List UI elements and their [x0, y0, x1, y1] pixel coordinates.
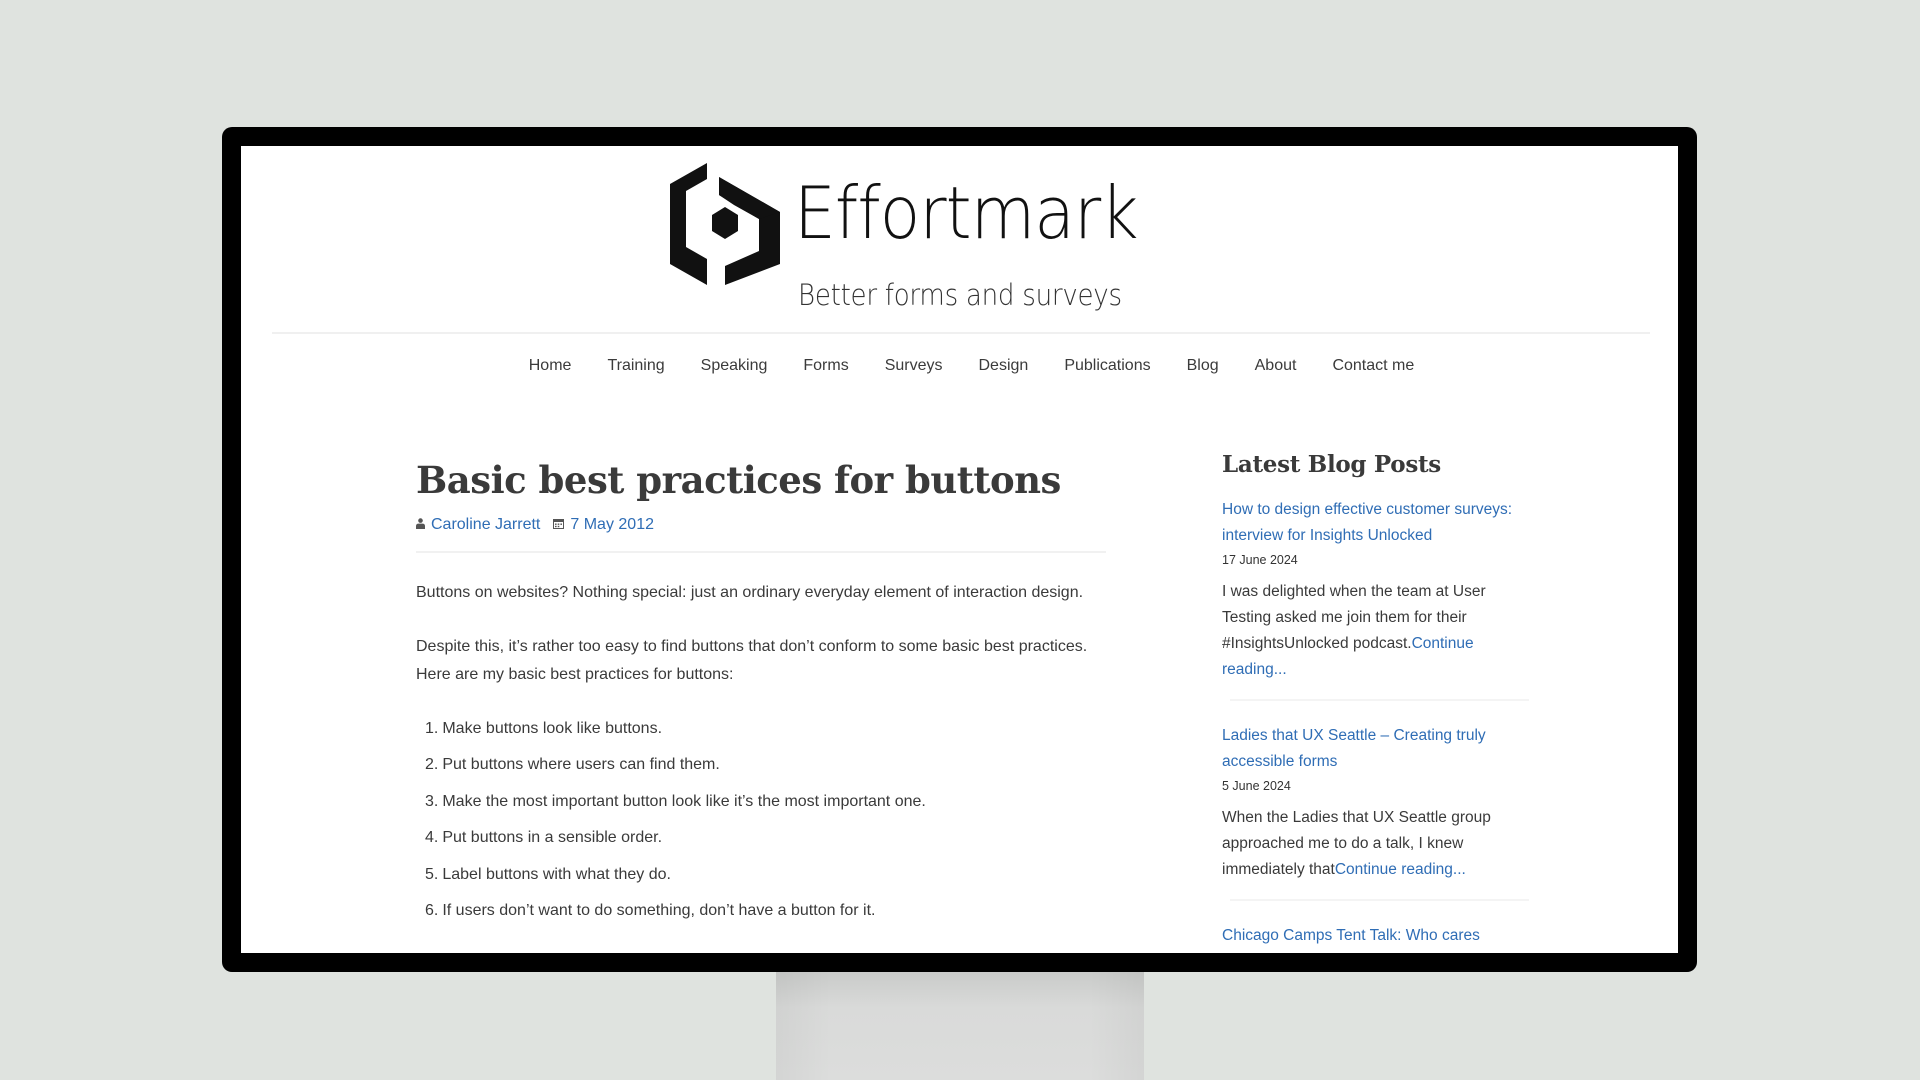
list-item: 1. Make buttons look like buttons.	[416, 715, 1106, 743]
list-item: 5. Label buttons with what they do.	[416, 861, 1106, 889]
meta-divider	[416, 551, 1106, 553]
browser-viewport: Effortmark Better forms and surveys Home…	[241, 146, 1678, 953]
list-number: 4.	[425, 829, 439, 847]
site-name: Effortmark	[794, 171, 1139, 255]
nav-design[interactable]: Design	[979, 353, 1029, 379]
list-text: If users don’t want to do something, don…	[442, 901, 876, 919]
post-meta: Caroline Jarrett 7 May 2012	[416, 513, 1106, 537]
hexagon-logo-icon	[670, 163, 780, 285]
nav-training[interactable]: Training	[607, 353, 664, 379]
list-text: Label buttons with what they do.	[442, 865, 671, 883]
page-title: Basic best practices for buttons	[416, 458, 1061, 502]
list-text: Make the most important button look like…	[442, 792, 926, 810]
list-number: 2.	[425, 756, 439, 774]
paragraph: Buttons on websites? Nothing special: ju…	[416, 584, 1084, 601]
header-divider	[272, 332, 1650, 334]
sidebar-heading: Latest Blog Posts	[1222, 451, 1441, 478]
sidebar: Latest Blog Posts How to design effectiv…	[1222, 447, 1529, 953]
nav-blog[interactable]: Blog	[1187, 353, 1219, 379]
list-number: 3.	[425, 792, 439, 810]
list-text: Put buttons where users can find them.	[442, 756, 720, 774]
sidebar-post-excerpt: When the Ladies that UX Seattle group ap…	[1222, 805, 1517, 883]
post-date-link[interactable]: 7 May 2012	[570, 516, 654, 534]
best-practices-list: 1. Make buttons look like buttons. 2. Put …	[416, 715, 1106, 925]
sidebar-post-date: 5 June 2024	[1222, 779, 1291, 793]
post-content: Buttons on websites? Nothing special: ju…	[416, 579, 1106, 925]
nav-publications[interactable]: Publications	[1064, 353, 1150, 379]
monitor-stand	[776, 960, 1144, 1080]
list-number: 5.	[425, 865, 439, 883]
nav-speaking[interactable]: Speaking	[701, 353, 768, 379]
sidebar-post-title-link[interactable]: Chicago Camps Tent Talk: Who cares about…	[1222, 923, 1517, 953]
site-logo[interactable]: Effortmark Better forms and surveys	[670, 163, 1170, 313]
sidebar-post-excerpt: I was delighted when the team at User Te…	[1222, 579, 1517, 683]
person-icon	[416, 518, 425, 532]
list-number: 6.	[425, 901, 439, 919]
list-item: 3. Make the most important button look li…	[416, 788, 1106, 816]
list-text: Make buttons look like buttons.	[442, 720, 663, 737]
article: Basic best practices for buttons Carolin…	[416, 456, 1106, 933]
nav-home[interactable]: Home	[529, 353, 572, 379]
sidebar-post-title-link[interactable]: How to design effective customer surveys…	[1222, 497, 1517, 549]
nav-contact[interactable]: Contact me	[1332, 353, 1414, 379]
main-nav: Home Training Speaking Forms Surveys Des…	[241, 353, 1678, 379]
sidebar-post: Chicago Camps Tent Talk: Who cares about…	[1222, 923, 1517, 953]
nav-forms[interactable]: Forms	[803, 353, 848, 379]
list-item: 2. Put buttons where users can find them.	[416, 751, 1106, 779]
author-link[interactable]: Caroline Jarrett	[431, 516, 540, 534]
paragraph: Despite this, it’s rather too easy to fi…	[416, 638, 1088, 683]
nav-surveys[interactable]: Surveys	[885, 353, 943, 379]
sidebar-post-title-link[interactable]: Ladies that UX Seattle – Creating truly …	[1222, 723, 1517, 775]
site-tagline: Better forms and surveys	[798, 278, 1122, 312]
list-item: 6. If users don’t want to do something, d…	[416, 897, 1106, 925]
continue-reading-link[interactable]: Continue reading...	[1335, 861, 1466, 878]
sidebar-post: Ladies that UX Seattle – Creating truly …	[1222, 723, 1529, 901]
list-text: Put buttons in a sensible order.	[442, 829, 663, 847]
calendar-icon	[553, 518, 565, 532]
monitor-bezel: Effortmark Better forms and surveys Home…	[222, 127, 1697, 972]
sidebar-post: How to design effective customer surveys…	[1222, 497, 1529, 701]
list-number: 1.	[425, 720, 439, 737]
nav-about[interactable]: About	[1255, 353, 1297, 379]
list-item: 4. Put buttons in a sensible order.	[416, 824, 1106, 852]
sidebar-post-date: 17 June 2024	[1222, 553, 1298, 567]
